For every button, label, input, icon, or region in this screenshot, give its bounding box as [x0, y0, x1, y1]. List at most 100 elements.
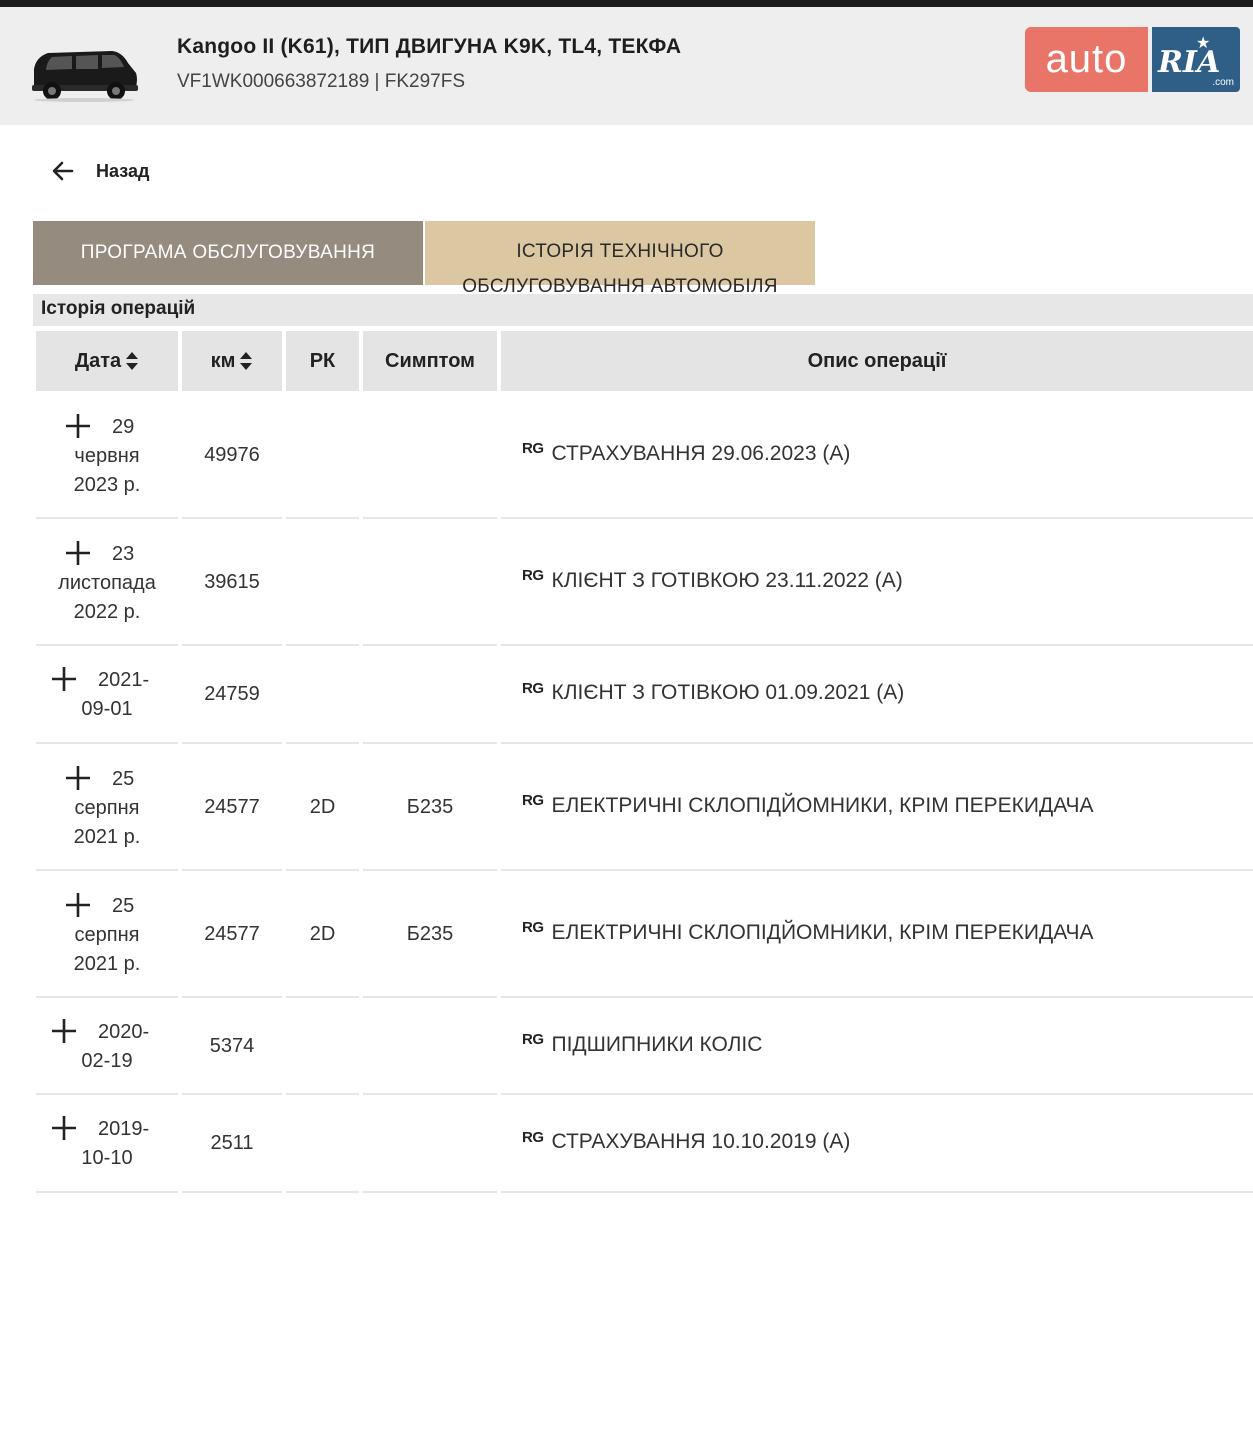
row-divider	[36, 1191, 178, 1193]
row-km: 24577	[204, 922, 260, 945]
row-divider	[363, 1191, 497, 1193]
expand-plus-icon[interactable]	[50, 1017, 78, 1045]
row-description: RG ЕЛЕКТРИЧНІ СКЛОПІДЙОМНИКИ, КРІМ ПЕРЕК…	[522, 919, 1094, 945]
rg-badge: RG	[522, 919, 544, 936]
column-header-description-label: Опис операції	[807, 349, 947, 372]
table-row[interactable]: 25 серпня 2021 р. 24577 2D Б235 RG ЕЛЕКТРИЧНІ…	[0, 871, 1253, 998]
expand-plus-icon[interactable]	[50, 665, 78, 693]
expand-plus-icon[interactable]	[50, 1114, 78, 1142]
row-divider	[501, 1191, 1253, 1193]
row-description: RG СТРАХУВАННЯ 29.06.2023 (A)	[522, 440, 851, 466]
logo-ria-text: RIA	[1158, 45, 1221, 80]
row-description: RG СТРАХУВАННЯ 10.10.2019 (A)	[522, 1128, 851, 1154]
row-description-text: СТРАХУВАННЯ 29.06.2023 (A)	[551, 441, 851, 465]
row-km: 39615	[204, 570, 260, 593]
back-label: Назад	[96, 160, 150, 181]
table-row[interactable]: 2021- 09-01 24759 RG КЛІЄНТ З ГОТІВКОЮ 01.…	[0, 646, 1253, 744]
table-row[interactable]: 23 листопада 2022 р. 39615 RG КЛІЄНТ З ГОТІ…	[0, 519, 1253, 646]
rg-badge: RG	[522, 792, 544, 809]
sort-icon	[126, 352, 139, 370]
row-km: 24577	[204, 795, 260, 818]
row-description-text: ПІДШИПНИКИ КОЛІС	[551, 1032, 763, 1056]
row-date-line2: листопада	[58, 571, 156, 594]
row-date-line1: 2020-	[98, 1020, 150, 1043]
vin-plate: VF1WK000663872189 | FK297FS	[177, 71, 466, 92]
row-date-line1: 25	[112, 767, 135, 790]
table-row[interactable]: 25 серпня 2021 р. 24577 2D Б235 RG ЕЛЕКТРИЧНІ…	[0, 744, 1253, 871]
rg-badge: RG	[522, 440, 544, 457]
row-description: RG ЕЛЕКТРИЧНІ СКЛОПІДЙОМНИКИ, КРІМ ПЕРЕК…	[522, 792, 1094, 818]
row-description-text: КЛІЄНТ З ГОТІВКОЮ 01.09.2021 (A)	[551, 681, 905, 704]
row-symptom: Б235	[406, 922, 454, 945]
arrow-left-icon	[52, 161, 74, 181]
column-header-date-label: Дата	[74, 349, 122, 372]
column-header-date[interactable]: Дата	[36, 331, 178, 391]
row-description-text: СТРАХУВАННЯ 10.10.2019 (A)	[551, 1130, 851, 1153]
rg-badge: RG	[522, 1031, 544, 1048]
row-divider	[182, 1191, 282, 1193]
expand-plus-icon[interactable]	[64, 412, 92, 440]
row-rk: 2D	[309, 795, 336, 818]
row-date-line2: 10-10	[81, 1147, 133, 1169]
row-km: 2511	[210, 1132, 254, 1154]
column-header-symptom-label: Симптом	[385, 349, 475, 372]
column-header-km[interactable]: км	[182, 331, 282, 391]
column-header-description: Опис операції	[501, 331, 1253, 391]
row-description-text: КЛІЄНТ З ГОТІВКОЮ 23.11.2022 (A)	[551, 568, 903, 592]
rg-badge: RG	[522, 567, 544, 584]
row-date-line1: 2019-	[98, 1118, 150, 1140]
row-description: RG КЛІЄНТ З ГОТІВКОЮ 01.09.2021 (A)	[522, 679, 905, 705]
row-description: RG КЛІЄНТ З ГОТІВКОЮ 23.11.2022 (A)	[522, 567, 903, 593]
row-date-line1: 2021-	[98, 669, 150, 691]
back-link[interactable]: Назад	[50, 158, 149, 184]
rg-badge: RG	[522, 679, 544, 697]
table-row[interactable]: 2019- 10-10 2511 RG СТРАХУВАННЯ 10.10.2019…	[0, 1095, 1253, 1193]
table-row[interactable]: 29 червня 2023 р. 49976 RG СТРАХУВАННЯ 29.0…	[0, 392, 1253, 519]
expand-plus-icon[interactable]	[64, 539, 92, 567]
expand-plus-icon[interactable]	[64, 891, 92, 919]
vehicle-header: Kangoo II (K61), ТИП ДВИГУНА K9K, TL4, Т…	[0, 7, 1253, 125]
row-date-line2: серпня	[74, 796, 140, 819]
section-bar: Історія операцій	[33, 294, 1253, 326]
row-date-line1: 23	[112, 542, 135, 565]
row-divider	[286, 1191, 359, 1193]
row-rk: 2D	[309, 922, 336, 945]
row-description-text: ЕЛЕКТРИЧНІ СКЛОПІДЙОМНИКИ, КРІМ ПЕРЕКИДА…	[551, 793, 1094, 817]
row-date-line1: 29	[112, 415, 135, 438]
row-date-line2: серпня	[74, 923, 140, 946]
section-title: Історія операцій	[41, 298, 196, 319]
row-date-line2: 09-01	[81, 698, 133, 720]
row-km: 49976	[204, 443, 260, 466]
logo-auto-part: auto	[1025, 27, 1148, 92]
tab-service-history[interactable]: ІСТОРІЯ ТЕХНІЧНОГО ОБСЛУГОВУВАННЯ АВТОМО…	[425, 221, 815, 297]
row-date-line3: 2022 р.	[73, 600, 141, 623]
column-header-rk-label: РК	[309, 349, 336, 372]
row-date-line3: 2023 р.	[73, 473, 141, 496]
row-date-line1: 25	[112, 894, 135, 917]
expand-plus-icon[interactable]	[64, 764, 92, 792]
top-border	[0, 0, 1253, 7]
sort-icon	[240, 352, 253, 370]
row-km: 24759	[204, 683, 260, 705]
tab-service-program-label: ПРОГРАМА ОБСЛУГОВУВАННЯ	[80, 242, 376, 263]
row-symptom: Б235	[406, 795, 454, 818]
vehicle-title: Kangoo II (K61), ТИП ДВИГУНА K9K, TL4, Т…	[177, 35, 682, 58]
autoria-logo[interactable]: auto ★ RIA .com	[1025, 27, 1240, 92]
row-description: RG ПІДШИПНИКИ КОЛІС	[522, 1031, 763, 1057]
logo-com-text: .com	[1212, 77, 1234, 88]
row-date-line2: червня	[74, 444, 140, 467]
tab-service-history-label-1: ІСТОРІЯ ТЕХНІЧНОГО	[516, 241, 724, 262]
row-description-text: ЕЛЕКТРИЧНІ СКЛОПІДЙОМНИКИ, КРІМ ПЕРЕКИДА…	[551, 920, 1094, 944]
column-header-rk: РК	[286, 331, 359, 391]
logo-ria-part: ★ RIA .com	[1152, 27, 1240, 92]
row-date-line3: 2021 р.	[73, 952, 141, 975]
row-km: 5374	[209, 1034, 255, 1057]
column-header-symptom: Симптом	[363, 331, 497, 391]
table-row[interactable]: 2020- 02-19 5374 RG ПІДШИПНИКИ КОЛІС	[0, 998, 1253, 1095]
car-image	[32, 51, 138, 102]
rg-badge: RG	[522, 1128, 544, 1146]
row-date-line2: 02-19	[81, 1049, 133, 1072]
column-header-km-label: км	[210, 349, 236, 372]
row-date-line3: 2021 р.	[73, 825, 141, 848]
tab-service-program[interactable]: ПРОГРАМА ОБСЛУГОВУВАННЯ	[33, 221, 423, 285]
